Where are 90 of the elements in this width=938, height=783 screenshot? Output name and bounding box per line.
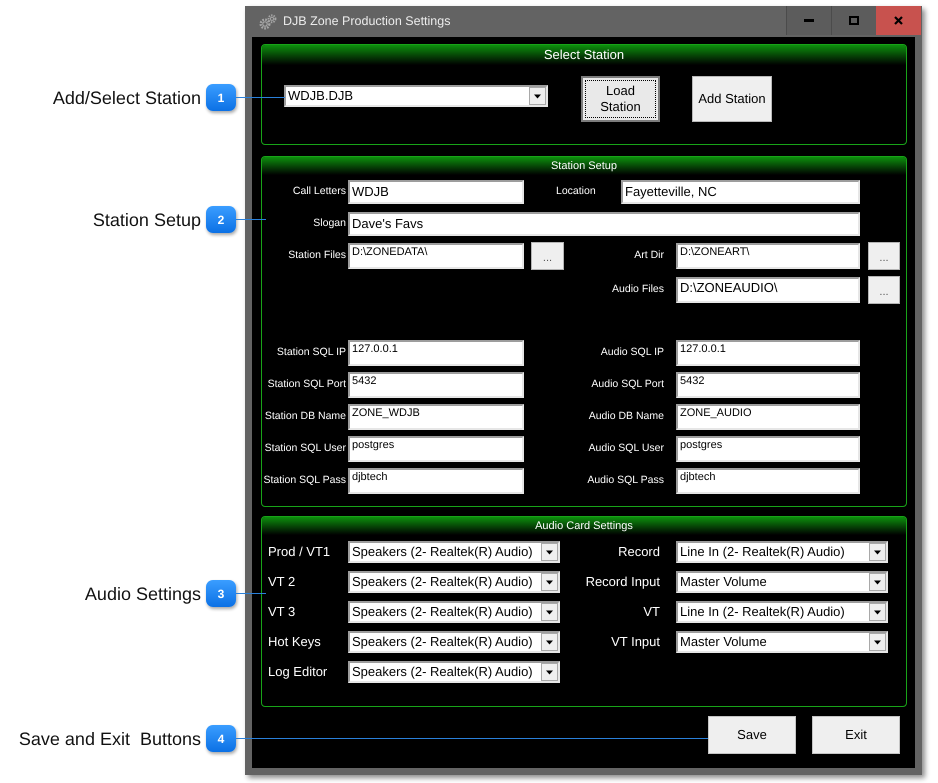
leader-line — [236, 219, 266, 220]
text-field[interactable]: 5432 — [676, 372, 860, 398]
gears-icon — [259, 14, 277, 30]
leader-line — [236, 593, 266, 594]
text-field[interactable]: ZONE_AUDIO — [676, 404, 860, 430]
field-label: VT 2 — [268, 573, 296, 592]
leader-line — [236, 97, 285, 98]
minimize-icon — [804, 19, 814, 22]
callout-label: Audio Settings — [84, 582, 201, 604]
text-field[interactable]: ZONE_WDJB — [348, 404, 524, 430]
text-field[interactable]: postgres — [676, 436, 860, 462]
field-label: Audio Files — [611, 282, 664, 298]
dialog-button[interactable]: Save — [708, 716, 796, 754]
close-icon — [894, 16, 903, 25]
text-field[interactable]: 127.0.0.1 — [348, 340, 524, 366]
field-label: Station SQL IP — [276, 345, 346, 360]
field-label: Audio DB Name — [588, 409, 664, 424]
field-label: Station SQL Pass — [262, 473, 346, 488]
field-label: Log Editor — [268, 663, 328, 682]
device-dropdown[interactable]: Speakers (2- Realtek(R) Audio) — [348, 631, 560, 653]
text-field[interactable]: 127.0.0.1 — [676, 340, 860, 366]
panel-header: Select Station — [262, 45, 906, 65]
text-field[interactable]: D:\ZONEDATA\ — [348, 243, 524, 269]
maximize-button[interactable] — [831, 6, 876, 35]
field-label: Station DB Name — [264, 409, 346, 424]
caret-icon — [869, 633, 886, 651]
text-field[interactable]: djbtech — [348, 468, 524, 494]
window-title: DJB Zone Production Settings — [283, 14, 450, 29]
device-dropdown[interactable]: Speakers (2- Realtek(R) Audio) — [348, 601, 560, 623]
caret-icon — [869, 543, 886, 561]
field-label: Call Letters — [292, 184, 346, 200]
text-field[interactable]: 5432 — [348, 372, 524, 398]
field-label: Record Input — [584, 573, 660, 592]
field-label: Audio SQL Pass — [586, 473, 664, 488]
caret-icon — [869, 603, 886, 621]
field-label: Station SQL User — [264, 441, 346, 456]
browse-button[interactable]: ... — [531, 242, 564, 270]
caret-icon — [541, 663, 558, 681]
text-field[interactable]: D:\ZONEART\ — [676, 243, 860, 269]
field-label: Art Dir — [633, 248, 664, 264]
text-field[interactable]: D:\ZONEAUDIO\ — [676, 277, 860, 303]
text-field[interactable]: djbtech — [676, 468, 860, 494]
text-field[interactable]: WDJB — [348, 180, 524, 204]
device-dropdown[interactable]: Master Volume — [676, 571, 888, 593]
caret-icon — [529, 87, 546, 105]
device-dropdown[interactable]: Master Volume — [676, 631, 888, 653]
callout-badge: 2 — [206, 206, 236, 233]
close-button[interactable] — [876, 6, 921, 35]
field-label: Hot Keys — [268, 633, 322, 652]
browse-button[interactable]: ... — [868, 276, 900, 304]
text-field[interactable]: postgres — [348, 436, 524, 462]
field-label: VT — [642, 603, 660, 622]
callout-badge: 4 — [206, 725, 236, 752]
minimize-button[interactable] — [786, 6, 831, 35]
callout-label: Save and Exit Buttons — [18, 728, 201, 750]
field-label: Record — [617, 543, 660, 562]
field-label: Station SQL Port — [266, 377, 346, 392]
field-label: Slogan — [312, 216, 346, 232]
field-label: Prod / VT1 — [268, 543, 332, 562]
device-dropdown[interactable]: Line In (2- Realtek(R) Audio) — [676, 541, 888, 563]
caret-icon — [541, 543, 558, 561]
device-dropdown[interactable]: Speakers (2- Realtek(R) Audio) — [348, 571, 560, 593]
caret-icon — [869, 573, 886, 591]
field-label: VT Input — [610, 633, 660, 652]
field-label: VT 3 — [268, 603, 296, 622]
caret-icon — [541, 603, 558, 621]
callout-badge: 1 — [206, 84, 236, 111]
field-label: Location — [556, 184, 597, 200]
caret-icon — [541, 633, 558, 651]
callout-badge: 3 — [206, 580, 236, 607]
field-label: Station Files — [287, 248, 346, 264]
dialog-button[interactable]: Exit — [812, 716, 900, 754]
field-label: Audio SQL Port — [590, 377, 664, 392]
device-dropdown[interactable]: Speakers (2- Realtek(R) Audio) — [348, 661, 560, 683]
callout-label: Station Setup — [92, 208, 201, 230]
field-label: Audio SQL User — [588, 441, 664, 456]
device-dropdown[interactable]: Line In (2- Realtek(R) Audio) — [676, 601, 888, 623]
station-dropdown[interactable]: WDJB.DJB — [284, 85, 548, 107]
caret-icon — [541, 573, 558, 591]
callout-label: Add/Select Station — [52, 86, 201, 108]
maximize-icon — [849, 16, 859, 25]
text-field[interactable]: Fayetteville, NC — [621, 180, 860, 204]
field-label: Audio SQL IP — [600, 345, 664, 360]
browse-button[interactable]: ... — [868, 242, 900, 270]
panel-header: Station Setup — [262, 157, 906, 175]
station-button[interactable]: Load Station — [581, 76, 660, 122]
station-button[interactable]: Add Station — [692, 76, 772, 122]
device-dropdown[interactable]: Speakers (2- Realtek(R) Audio) — [348, 541, 560, 563]
text-field[interactable]: Dave's Favs — [348, 212, 860, 236]
panel-header: Audio Card Settings — [262, 517, 906, 535]
